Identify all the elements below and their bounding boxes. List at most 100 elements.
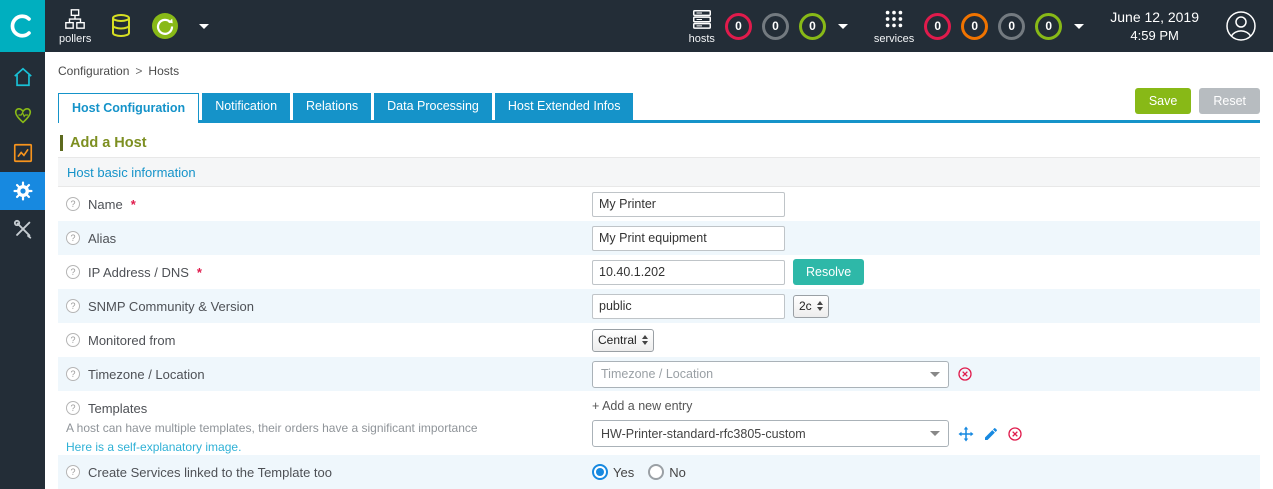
pollers-icon bbox=[65, 8, 86, 29]
tab-host-extended-infos[interactable]: Host Extended Infos bbox=[494, 93, 634, 120]
name-label: Name bbox=[88, 196, 123, 212]
name-value-cell bbox=[592, 191, 785, 217]
create-services-label: Create Services linked to the Template t… bbox=[88, 464, 333, 480]
delete-circle-icon bbox=[1008, 426, 1022, 441]
pollers-menu[interactable]: pollers bbox=[59, 8, 91, 45]
pollers-label: pollers bbox=[59, 32, 92, 45]
chevron-down-icon bbox=[930, 371, 940, 377]
sidebar-item-monitoring[interactable] bbox=[0, 96, 45, 134]
sidebar-item-administration[interactable] bbox=[0, 210, 45, 248]
help-icon[interactable]: ? bbox=[66, 231, 80, 245]
select-updown-icon bbox=[641, 335, 648, 345]
hosts-chevron-down-icon[interactable] bbox=[837, 23, 848, 29]
section-host-basic-information: Host basic information bbox=[58, 157, 1260, 187]
chevron-down-icon bbox=[930, 431, 940, 436]
help-icon[interactable]: ? bbox=[66, 333, 80, 347]
tab-relations[interactable]: Relations bbox=[293, 93, 372, 120]
tab-host-configuration[interactable]: Host Configuration bbox=[58, 93, 200, 123]
save-button[interactable]: Save bbox=[1134, 88, 1192, 114]
hosts-up-badge[interactable]: 0 bbox=[798, 12, 826, 40]
sidebar bbox=[0, 52, 45, 489]
ip-label-cell: ? IP Address / DNS * bbox=[58, 265, 592, 280]
page-title-text: Add a Host bbox=[70, 135, 147, 151]
hosts-icon bbox=[692, 9, 711, 29]
snmp-label: SNMP Community & Version bbox=[88, 298, 254, 314]
breadcrumb-configuration[interactable]: Configuration bbox=[58, 64, 129, 78]
host-form: Host basic information ? Name * ? Alias bbox=[58, 157, 1260, 489]
create-services-radio-yes[interactable]: Yes bbox=[592, 464, 634, 480]
poller-cluster: pollers bbox=[59, 8, 210, 45]
form-row-monitored-from: ? Monitored from Central bbox=[58, 323, 1260, 357]
radio-no-label: No bbox=[669, 464, 686, 480]
template-delete-button[interactable] bbox=[1007, 426, 1023, 442]
hosts-menu[interactable]: hosts bbox=[689, 8, 715, 45]
services-menu[interactable]: services bbox=[874, 8, 914, 45]
help-icon[interactable]: ? bbox=[66, 465, 80, 479]
tab-notification[interactable]: Notification bbox=[202, 93, 291, 120]
snmp-version-value: 2c bbox=[799, 299, 812, 313]
user-profile-button[interactable] bbox=[1225, 10, 1257, 42]
timezone-clear-icon[interactable] bbox=[957, 366, 973, 382]
current-date: June 12, 2019 bbox=[1110, 8, 1199, 25]
template-move-handle[interactable] bbox=[957, 425, 975, 443]
templates-value-cell: + Add a new entry HW-Printer-standard-rf… bbox=[592, 391, 1023, 455]
resolve-button[interactable]: Resolve bbox=[793, 259, 865, 285]
add-template-entry-link[interactable]: + Add a new entry bbox=[592, 399, 692, 413]
sidebar-item-reporting[interactable] bbox=[0, 134, 45, 172]
templates-label-cell: ? Templates A host can have multiple tem… bbox=[58, 393, 592, 454]
help-icon[interactable]: ? bbox=[66, 265, 80, 279]
title-bar-accent bbox=[60, 135, 63, 151]
help-icon[interactable]: ? bbox=[66, 401, 80, 415]
home-icon bbox=[13, 67, 32, 87]
help-icon[interactable]: ? bbox=[66, 299, 80, 313]
services-ok-badge[interactable]: 0 bbox=[1035, 12, 1063, 40]
services-status-group: services 0 0 0 0 bbox=[874, 8, 1085, 45]
radio-yes-label: Yes bbox=[613, 464, 635, 480]
sidebar-item-configuration[interactable] bbox=[0, 172, 45, 210]
ip-address-input[interactable] bbox=[592, 259, 785, 285]
create-services-label-cell: ? Create Services linked to the Template… bbox=[58, 465, 592, 480]
pencil-icon bbox=[985, 427, 997, 440]
timezone-select[interactable]: Timezone / Location bbox=[592, 360, 949, 388]
heart-pulse-icon bbox=[14, 107, 31, 124]
services-unknown-badge[interactable]: 0 bbox=[998, 12, 1026, 40]
snmp-version-select[interactable]: 2c bbox=[793, 294, 829, 318]
services-warning-badge[interactable]: 0 bbox=[961, 12, 989, 40]
alias-input[interactable] bbox=[592, 225, 785, 251]
form-action-buttons: Save Reset bbox=[1134, 88, 1260, 114]
sidebar-item-home[interactable] bbox=[0, 58, 45, 96]
help-icon[interactable]: ? bbox=[66, 367, 80, 381]
poller-ok-icon bbox=[152, 13, 179, 39]
services-critical-badge[interactable]: 0 bbox=[924, 12, 952, 40]
form-row-alias: ? Alias bbox=[58, 221, 1260, 255]
templates-help-text: A host can have multiple templates, thei… bbox=[66, 420, 478, 435]
services-chevron-down-icon[interactable] bbox=[1074, 23, 1085, 29]
name-input[interactable] bbox=[592, 191, 785, 217]
poller-state-status[interactable] bbox=[151, 12, 179, 40]
required-asterisk: * bbox=[196, 264, 202, 280]
template-select[interactable]: HW-Printer-standard-rfc3805-custom bbox=[592, 420, 949, 447]
ip-label: IP Address / DNS bbox=[88, 264, 189, 280]
pollers-chevron-down-icon[interactable] bbox=[199, 23, 210, 29]
tabs-row: Host Configuration Notification Relation… bbox=[58, 88, 1260, 123]
hosts-unreachable-badge[interactable]: 0 bbox=[761, 12, 789, 40]
monitored-from-label: Monitored from bbox=[88, 332, 176, 348]
snmp-community-input[interactable] bbox=[592, 293, 785, 319]
snmp-value-cell: 2c bbox=[592, 293, 829, 319]
centreon-logo[interactable] bbox=[0, 0, 45, 52]
form-row-name: ? Name * bbox=[58, 187, 1260, 221]
help-icon[interactable]: ? bbox=[66, 197, 80, 211]
create-services-radio-no[interactable]: No bbox=[648, 464, 686, 480]
tab-data-processing[interactable]: Data Processing bbox=[374, 93, 492, 120]
monitored-from-value-cell: Central bbox=[592, 328, 654, 352]
poller-database-status[interactable] bbox=[109, 13, 133, 39]
monitored-from-select[interactable]: Central bbox=[592, 328, 654, 352]
breadcrumb-hosts[interactable]: Hosts bbox=[148, 64, 179, 78]
self-explanatory-image-link[interactable]: Here is a self-explanatory image. bbox=[66, 440, 241, 454]
reset-button[interactable]: Reset bbox=[1199, 88, 1260, 114]
template-edit-button[interactable] bbox=[983, 426, 999, 442]
timezone-label-cell: ? Timezone / Location bbox=[58, 367, 592, 382]
hosts-down-badge[interactable]: 0 bbox=[724, 12, 752, 40]
tabs-strip: Host Configuration Notification Relation… bbox=[58, 93, 636, 123]
form-row-snmp: ? SNMP Community & Version 2c bbox=[58, 289, 1260, 323]
